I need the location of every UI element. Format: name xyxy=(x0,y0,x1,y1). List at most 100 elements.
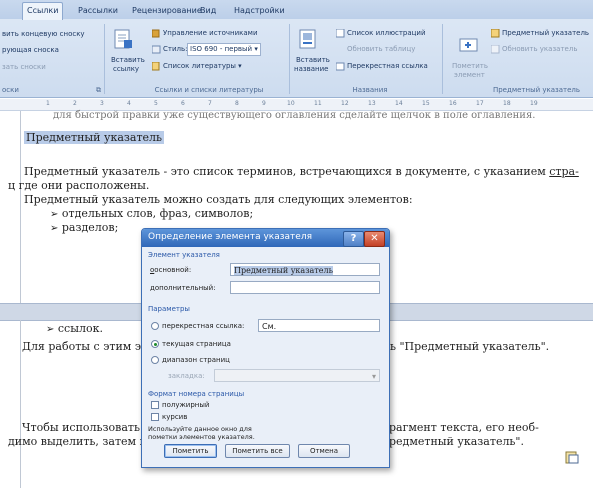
cross-reference-input[interactable]: См. xyxy=(258,319,380,332)
help-icon[interactable]: ? xyxy=(343,231,364,247)
chevron-down-icon: ▾ xyxy=(252,45,258,53)
ruler-tick: 18 xyxy=(503,100,511,107)
citation-style-select[interactable]: ISO 690 - первый ▾ xyxy=(187,43,261,56)
ruler-tick: 19 xyxy=(530,100,538,107)
mark-entry-icon[interactable] xyxy=(458,34,480,56)
ruler-tick: 11 xyxy=(314,100,322,107)
ruler-tick: 5 xyxy=(154,100,158,107)
insert-citation-label[interactable]: Вставить xyxy=(111,56,145,65)
ribbon-tab-bar: Ссылки Рассылки Рецензирование Вид Надст… xyxy=(0,0,593,20)
table-of-figures-button[interactable]: Список иллюстраций xyxy=(347,29,426,38)
tab-addins[interactable]: Надстройки xyxy=(230,3,289,18)
insert-index-button[interactable]: Предметный указатель xyxy=(502,29,589,38)
main-entry-label: оосновной: xyxy=(150,266,192,274)
bookmark-label: закладка: xyxy=(168,372,205,380)
section-options: Параметры xyxy=(148,305,190,313)
insert-citation-label-2[interactable]: ссылку xyxy=(113,65,139,74)
main-entry-input[interactable]: Предметный указатель xyxy=(230,263,380,276)
dialog-title-bar[interactable]: Определение элемента указателя ? ✕ xyxy=(142,229,389,247)
mark-all-button[interactable]: Пометить все xyxy=(225,444,290,458)
radio-page-range[interactable] xyxy=(151,356,159,364)
italic-label[interactable]: курсив xyxy=(162,413,187,421)
ruler-tick: 6 xyxy=(181,100,185,107)
tab-view[interactable]: Вид xyxy=(196,3,220,18)
dialog-hint: Используйте данное окно для пометки элем… xyxy=(148,425,255,441)
mark-entry-label[interactable]: Пометить xyxy=(452,62,488,71)
table-of-figures-icon xyxy=(336,29,345,38)
radio-cross-reference[interactable] xyxy=(151,322,159,330)
footnotes-launcher-icon[interactable]: ⧉ xyxy=(96,86,101,95)
ruler-tick: 17 xyxy=(476,100,484,107)
mark-button[interactable]: Пометить xyxy=(164,444,217,458)
radio-current-page[interactable] xyxy=(151,340,159,348)
hyphenated-word: стра- xyxy=(549,165,579,178)
update-table-button[interactable]: Обновить таблицу xyxy=(347,45,415,54)
close-icon[interactable]: ✕ xyxy=(364,231,385,247)
insert-citation-icon[interactable] xyxy=(112,28,134,50)
tab-review[interactable]: Рецензирование xyxy=(128,3,206,18)
doc-paragraph[interactable]: Чтобы использовать xyxy=(22,421,140,434)
style-icon xyxy=(152,45,161,54)
subentry-input[interactable] xyxy=(230,281,380,294)
page-range-label[interactable]: диапазон страниц xyxy=(162,356,230,364)
tab-references[interactable]: Ссылки xyxy=(22,2,64,20)
citations-group-label: Ссылки и списки литературы xyxy=(154,86,264,94)
current-page-label[interactable]: текущая страница xyxy=(162,340,231,348)
ruler-tick: 15 xyxy=(422,100,430,107)
arrow-bullet-icon: ➢ xyxy=(50,209,59,220)
doc-paragraph[interactable]: Для работы с этим эл xyxy=(22,340,148,353)
insert-index-icon xyxy=(491,29,500,38)
arrow-bullet-icon: ➢ xyxy=(46,324,55,335)
manage-sources-button[interactable]: Управление источниками xyxy=(163,29,258,38)
bold-checkbox[interactable] xyxy=(151,401,159,409)
bookmark-select[interactable]: ▾ xyxy=(214,369,380,382)
cross-reference-button[interactable]: Перекрестная ссылка xyxy=(347,62,428,71)
bibliography-button[interactable]: Список литературы ▾ xyxy=(163,62,242,71)
mark-index-entry-dialog: Определение элемента указателя ? ✕ Элеме… xyxy=(141,228,390,468)
ruler-tick: 8 xyxy=(235,100,239,107)
style-label: Стиль: xyxy=(163,45,188,53)
bibliography-icon xyxy=(152,62,160,71)
italic-checkbox[interactable] xyxy=(151,413,159,421)
next-footnote-button[interactable]: рующая сноска xyxy=(2,46,59,55)
dialog-title: Определение элемента указателя xyxy=(148,232,312,242)
doc-heading[interactable]: Предметный указатель xyxy=(24,131,165,144)
ruler-tick: 2 xyxy=(73,100,77,107)
tab-mailings[interactable]: Рассылки xyxy=(74,3,122,18)
captions-group-label: Названия xyxy=(352,86,388,94)
ruler-tick: 4 xyxy=(127,100,131,107)
doc-paragraph-right[interactable]: рагмент текста, его необ- xyxy=(389,421,539,434)
ruler-tick: 14 xyxy=(395,100,403,107)
subentry-label: дополнительный: xyxy=(150,284,216,292)
cancel-button[interactable]: Отмена xyxy=(298,444,350,458)
insert-caption-label[interactable]: Вставить xyxy=(296,56,330,65)
list-item[interactable]: ➢ разделов; xyxy=(50,221,118,234)
doc-paragraph-right[interactable]: редметный указатель". xyxy=(389,435,524,448)
doc-paragraph[interactable]: Предметный указатель - это список термин… xyxy=(24,165,579,178)
doc-paragraph[interactable]: Предметный указатель можно создать для с… xyxy=(24,193,413,206)
list-item[interactable]: ➢ ссылок. xyxy=(46,322,103,335)
group-separator xyxy=(289,24,290,94)
heading-text: Предметный указатель xyxy=(24,131,165,144)
index-group-label: Предметный указатель xyxy=(492,86,581,94)
paste-options-icon[interactable] xyxy=(565,450,579,464)
ribbon: Ссылки Рассылки Рецензирование Вид Надст… xyxy=(0,0,593,98)
ruler-tick: 1 xyxy=(46,100,50,107)
bold-label[interactable]: полужирный xyxy=(162,401,209,409)
doc-paragraph-right[interactable]: ь "Предметный указатель". xyxy=(390,340,549,353)
ruler-tick: 3 xyxy=(100,100,104,107)
doc-paragraph-line[interactable]: ц где они расположены. xyxy=(8,179,149,192)
arrow-bullet-icon: ➢ xyxy=(50,223,59,234)
insert-endnote-button[interactable]: вить концевую сноску xyxy=(2,30,85,39)
page-edge xyxy=(20,111,21,303)
insert-caption-label-2[interactable]: название xyxy=(294,65,328,74)
show-notes-button[interactable]: зать сноски xyxy=(2,63,46,72)
section-index-entry: Элемент указателя xyxy=(148,251,220,259)
update-index-button[interactable]: Обновить указатель xyxy=(502,45,577,54)
ruler-tick: 10 xyxy=(287,100,295,107)
mark-entry-label-2[interactable]: элемент xyxy=(454,71,485,80)
cross-reference-label[interactable]: перекрестная ссылка: xyxy=(162,322,244,330)
insert-caption-icon[interactable] xyxy=(297,28,319,50)
list-item[interactable]: ➢ отдельных слов, фраз, символов; xyxy=(50,207,253,220)
doc-paragraph[interactable]: димо выделить, затем на xyxy=(8,435,154,448)
